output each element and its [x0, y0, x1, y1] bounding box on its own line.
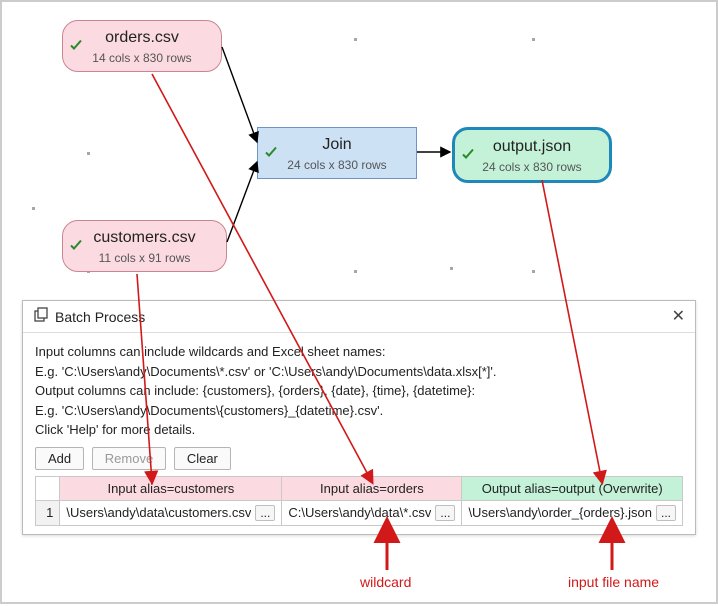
node-sub: 24 cols x 830 rows [274, 158, 400, 172]
cell-customers[interactable]: \Users\andy\data\customers.csv ... [60, 500, 282, 525]
col-header-orders[interactable]: Input alias=orders [282, 476, 462, 500]
col-header-output[interactable]: Output alias=output (Overwrite) [462, 476, 683, 500]
node-sub: 24 cols x 830 rows [471, 160, 593, 174]
browse-button[interactable]: ... [435, 505, 455, 521]
cell-orders[interactable]: C:\Users\andy\data\*.csv ... [282, 500, 462, 525]
add-button[interactable]: Add [35, 447, 84, 470]
clear-button[interactable]: Clear [174, 447, 231, 470]
check-icon [69, 238, 83, 255]
diagram-canvas: orders.csv 14 cols x 830 rows customers.… [2, 2, 716, 332]
close-icon[interactable]: ✕ [672, 309, 685, 325]
copy-icon [33, 307, 49, 326]
node-customers[interactable]: customers.csv 11 cols x 91 rows [62, 220, 227, 272]
annotation-inputfile: input file name [568, 574, 659, 590]
panel-title: Batch Process [55, 309, 145, 325]
node-title: orders.csv [79, 29, 205, 47]
node-title: output.json [471, 138, 593, 156]
row-number: 1 [36, 500, 60, 525]
batch-process-panel: Batch Process ✕ Input columns can includ… [22, 300, 696, 535]
node-title: Join [274, 136, 400, 154]
browse-button[interactable]: ... [656, 505, 676, 521]
cell-output[interactable]: \Users\andy\order_{orders}.json ... [462, 500, 683, 525]
node-sub: 14 cols x 830 rows [79, 51, 205, 65]
annotation-wildcard: wildcard [360, 574, 411, 590]
node-join[interactable]: Join 24 cols x 830 rows [257, 127, 417, 179]
browse-button[interactable]: ... [255, 505, 275, 521]
panel-help-text: Input columns can include wildcards and … [35, 343, 683, 439]
col-header-customers[interactable]: Input alias=customers [60, 476, 282, 500]
check-icon [264, 145, 278, 162]
panel-toolbar: Add Remove Clear [35, 447, 683, 470]
check-icon [461, 147, 475, 164]
batch-grid: Input alias=customers Input alias=orders… [35, 476, 683, 526]
node-output[interactable]: output.json 24 cols x 830 rows [452, 127, 612, 183]
node-sub: 11 cols x 91 rows [79, 251, 210, 265]
table-row: 1 \Users\andy\data\customers.csv ... C:\… [36, 500, 683, 525]
check-icon [69, 38, 83, 55]
remove-button[interactable]: Remove [92, 447, 166, 470]
panel-header: Batch Process ✕ [23, 301, 695, 333]
node-title: customers.csv [79, 229, 210, 247]
node-orders[interactable]: orders.csv 14 cols x 830 rows [62, 20, 222, 72]
